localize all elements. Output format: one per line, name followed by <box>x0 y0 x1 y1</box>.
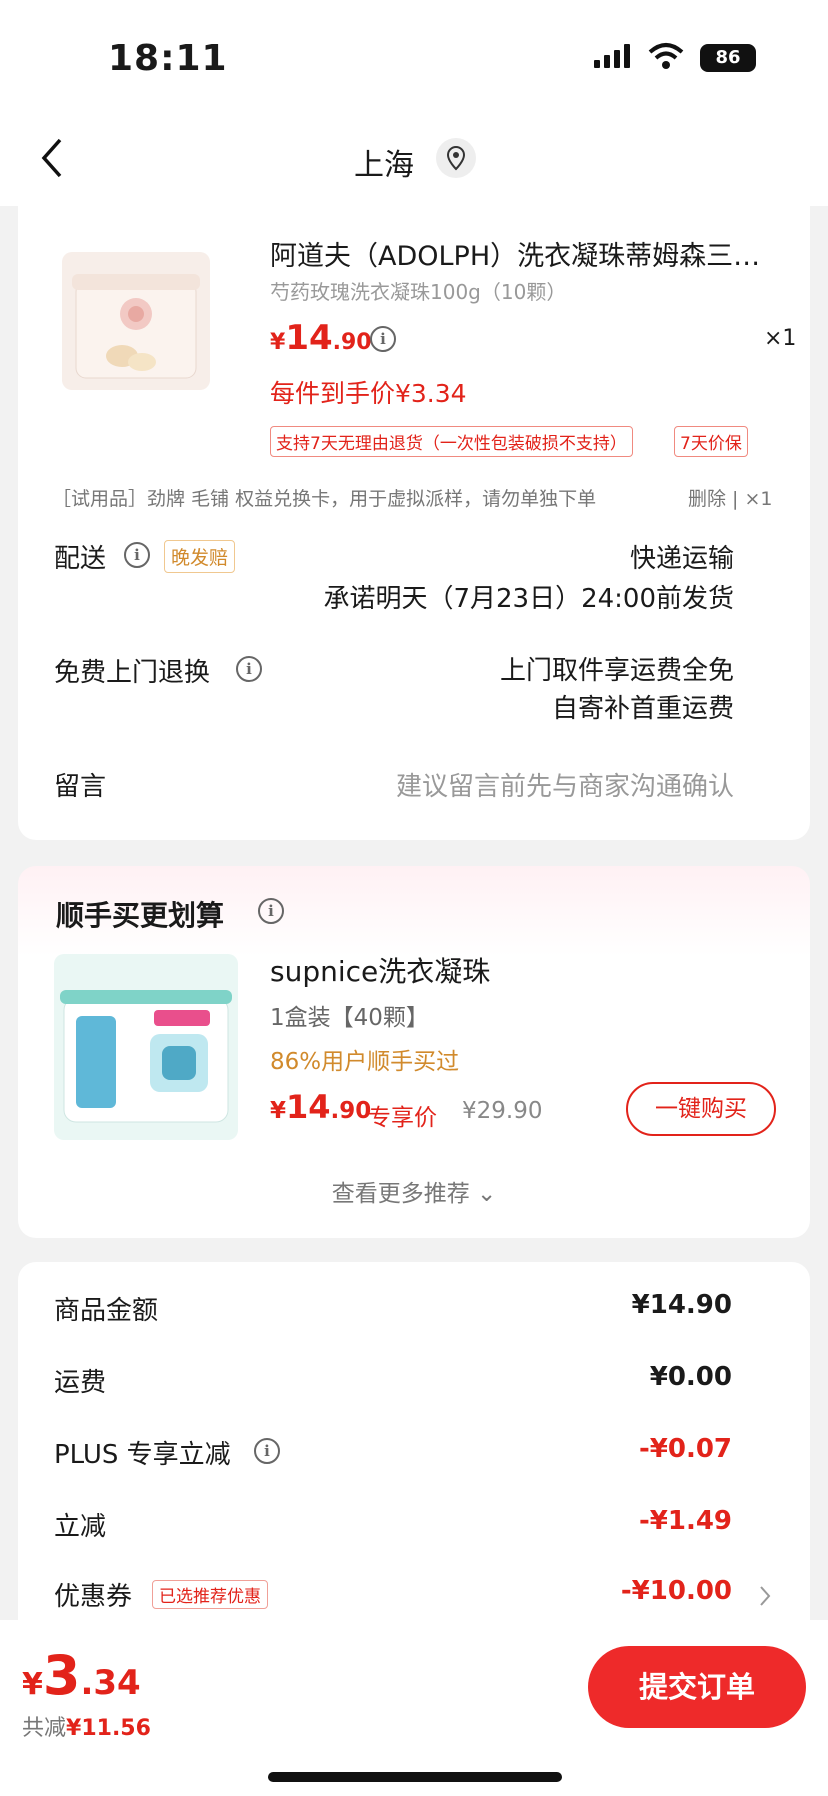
chevron-right-icon[interactable] <box>758 1584 772 1608</box>
message-input[interactable]: 建议留言前先与商家沟通确认 <box>396 766 734 803</box>
total-integer: 3 <box>42 1644 81 1707</box>
checkout-bar: ¥3.34 共减¥11.56 提交订单 <box>0 1620 828 1796</box>
summary-label: 商品金额 <box>54 1296 159 1326</box>
late-compensation-badge: 晚发赔 <box>164 540 236 573</box>
gift-item-text: ［试用品］劲牌 毛铺 权益兑换卡，用于虚拟派样，请勿单独下单 <box>52 488 597 510</box>
product-image[interactable] <box>62 252 210 390</box>
delivery-method[interactable]: 快递运输 <box>630 538 734 575</box>
product-quantity: ×1 <box>764 326 797 351</box>
saved-value: ¥11.56 <box>66 1716 151 1741</box>
recommend-card: 顺手买更划算 i supnice洗衣凝珠 1盒装【40颗】 86%用户顺手买过 … <box>18 866 810 1238</box>
location-label[interactable]: 上海 <box>354 140 414 184</box>
battery-level: 86 <box>715 47 741 68</box>
wifi-icon <box>648 43 684 69</box>
free-return-label: 免费上门退换 <box>54 658 211 688</box>
delivery-promise: 承诺明天（7月23日）24:00前发货 <box>323 584 734 614</box>
recommend-currency: ¥ <box>270 1098 287 1124</box>
product-name[interactable]: 阿道夫（ADOLPH）洗衣凝珠蒂姆森三… <box>270 234 760 273</box>
return-line-1: 上门取件享运费全免 <box>499 656 734 686</box>
return-info-icon[interactable]: i <box>236 656 262 682</box>
price-info-icon[interactable]: i <box>370 326 396 352</box>
cellular-signal-icon <box>594 44 630 68</box>
summary-value: ¥14.90 <box>631 1290 732 1320</box>
total-decimal: .34 <box>80 1663 141 1703</box>
summary-label[interactable]: 优惠券 <box>54 1576 132 1613</box>
location-pin-icon[interactable] <box>436 138 476 178</box>
one-click-buy-button[interactable]: 一键购买 <box>626 1082 776 1136</box>
return-policy-tag: 支持7天无理由退货（一次性包装破损不支持） <box>270 426 633 457</box>
summary-value: ¥0.00 <box>649 1362 732 1392</box>
message-label: 留言 <box>54 772 107 802</box>
summary-label: PLUS 专享立减 <box>54 1440 231 1470</box>
unit-price: 每件到手价¥3.34 <box>270 379 467 408</box>
price-decimal: .90 <box>332 330 372 355</box>
coupon-value[interactable]: -¥10.00 <box>621 1576 732 1606</box>
total-price: ¥3.34 <box>22 1644 141 1707</box>
status-time: 18:11 <box>108 38 228 79</box>
product-price: ¥14.90 <box>270 318 372 358</box>
recommend-product-image[interactable] <box>54 954 238 1140</box>
product-spec: 芍药玫瑰洗衣凝珠100g（10颗） <box>270 280 567 304</box>
recommend-price-decimal: .90 <box>330 1098 372 1124</box>
recommend-product-name[interactable]: supnice洗衣凝珠 <box>270 950 490 990</box>
recommend-title: 顺手买更划算 <box>56 899 225 932</box>
total-currency: ¥ <box>22 1667 43 1702</box>
price-summary-card: 商品金额 ¥14.90 运费 ¥0.00 PLUS 专享立减 i -¥0.07 … <box>18 1262 810 1662</box>
price-protect-tag: 7天价保 <box>674 426 748 457</box>
saved-label: 共减 <box>22 1716 67 1741</box>
gift-delete-button[interactable]: 删除 | ×1 <box>688 484 773 511</box>
exclusive-price-label: 专享价 <box>368 1105 437 1131</box>
recommend-product-spec: 1盒装【40颗】 <box>270 1005 429 1031</box>
summary-label: 立减 <box>54 1512 107 1542</box>
submit-order-button[interactable]: 提交订单 <box>588 1646 806 1728</box>
recommend-bought-rate: 86%用户顺手买过 <box>270 1049 460 1075</box>
nav-bar: 上海 <box>0 110 828 206</box>
summary-value: -¥0.07 <box>638 1434 732 1464</box>
recommend-price: ¥14.90 <box>270 1088 371 1126</box>
delivery-label: 配送 <box>54 544 107 574</box>
recommend-info-icon[interactable]: i <box>258 898 284 924</box>
order-item-card: 阿道夫（ADOLPH）洗衣凝珠蒂姆森三… 芍药玫瑰洗衣凝珠100g（10颗） ¥… <box>18 194 810 840</box>
original-price: ¥29.90 <box>462 1098 543 1124</box>
total-saved: 共减¥11.56 <box>22 1710 151 1742</box>
back-arrow-icon[interactable] <box>38 136 66 180</box>
home-indicator <box>268 1772 562 1782</box>
coupon-badge: 已选推荐优惠 <box>152 1580 268 1609</box>
plus-info-icon[interactable]: i <box>254 1438 280 1464</box>
see-more-recommendations[interactable]: 查看更多推荐 ⌄ <box>18 1174 810 1208</box>
return-line-2: 自寄补首重运费 <box>551 694 734 724</box>
battery-icon: 86 <box>700 44 756 72</box>
delivery-info-icon[interactable]: i <box>124 542 150 568</box>
recommend-price-integer: 14 <box>286 1088 331 1126</box>
summary-label: 运费 <box>54 1368 107 1398</box>
summary-value: -¥1.49 <box>638 1506 732 1536</box>
currency-symbol: ¥ <box>270 330 286 355</box>
price-integer: 14 <box>285 318 333 358</box>
status-bar: 18:11 86 <box>0 0 828 110</box>
